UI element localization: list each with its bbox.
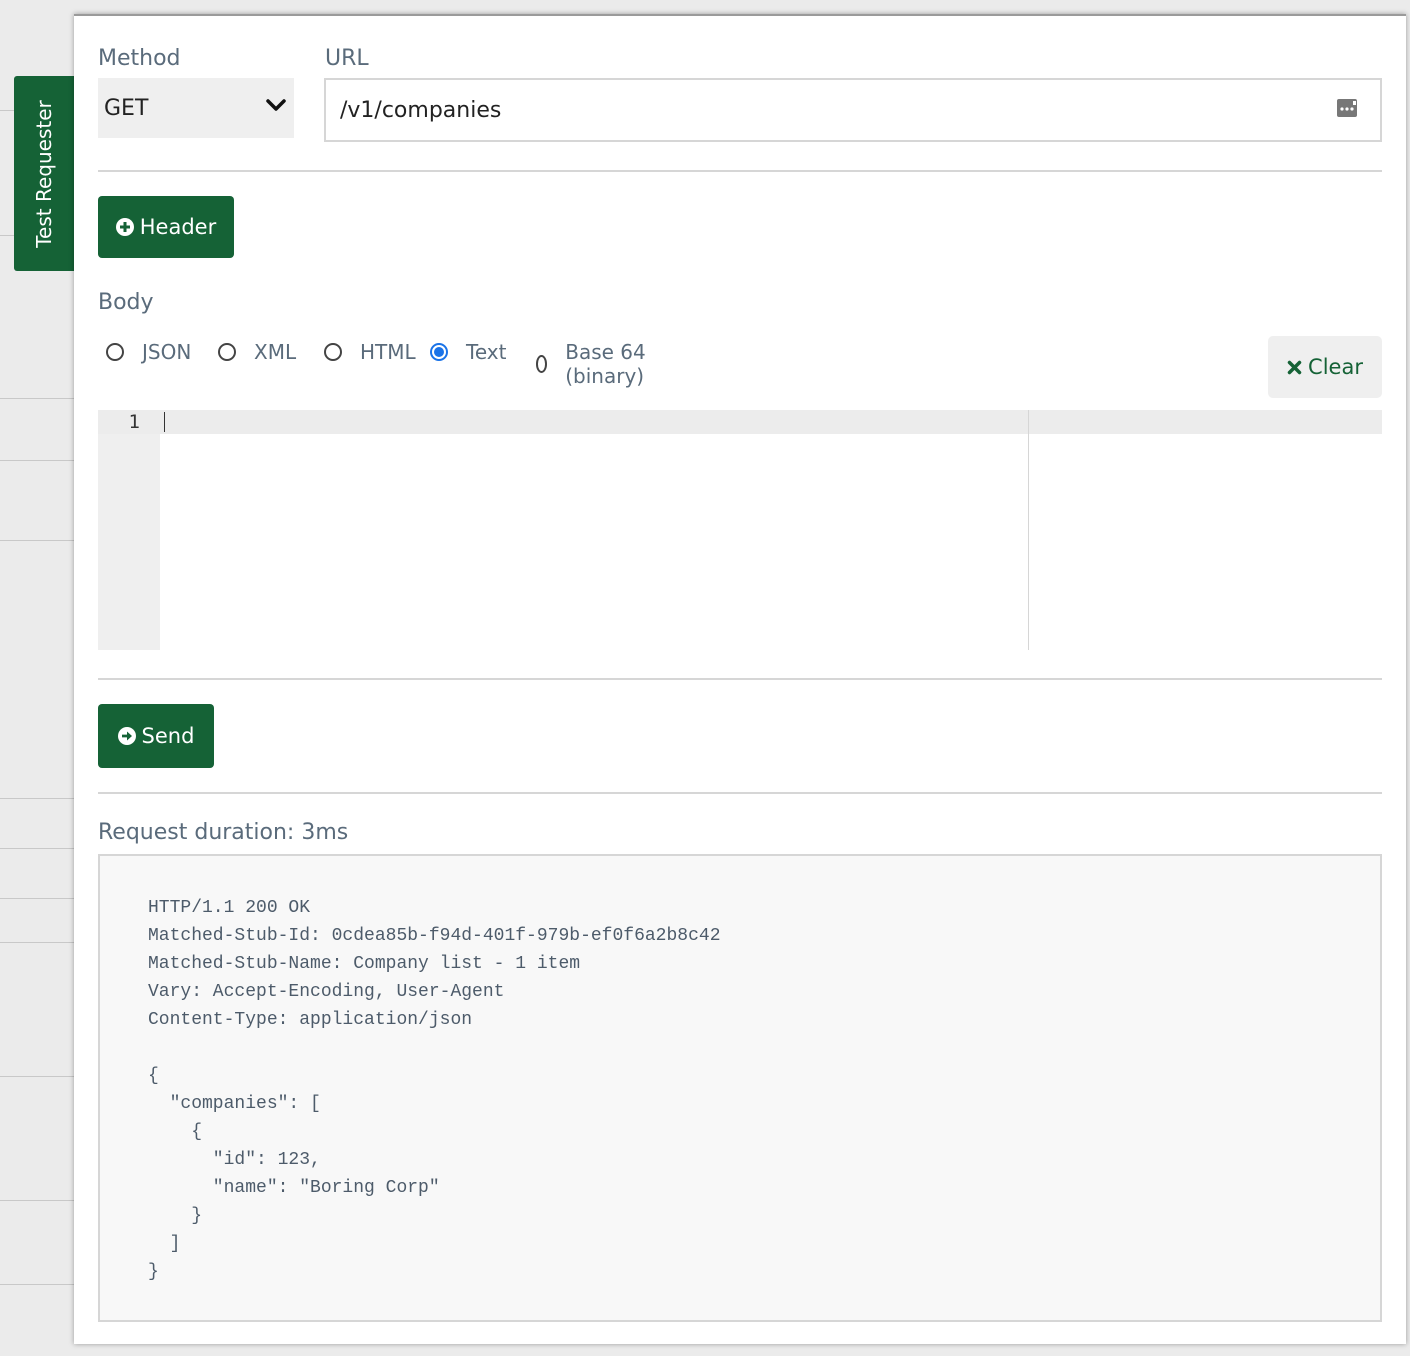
send-label: Send (141, 724, 195, 748)
request-duration: Request duration: 3ms (98, 820, 349, 845)
body-type-label: HTML (360, 340, 416, 364)
background-divider (0, 1200, 74, 1201)
radio-circle (324, 343, 342, 361)
ellipsis-box-icon[interactable] (1336, 98, 1358, 118)
body-type-label: XML (254, 340, 297, 364)
background-divider (0, 942, 74, 943)
send-button[interactable]: Send (98, 704, 214, 768)
editor-print-margin (1028, 410, 1029, 650)
radio-circle (536, 355, 548, 373)
test-requester-panel: Method URL GET /v1/companies Header Body… (74, 14, 1406, 1344)
body-type-label: Text (466, 340, 507, 364)
clear-body-button[interactable]: Clear (1268, 336, 1382, 398)
x-mark-icon (1287, 360, 1302, 374)
body-type-html-radio[interactable]: HTML (324, 340, 416, 364)
url-label: URL (325, 46, 369, 71)
background-divider (0, 798, 74, 799)
clear-body-label: Clear (1308, 355, 1363, 379)
radio-circle (106, 343, 124, 361)
chevron-down-icon (266, 99, 286, 111)
url-value: /v1/companies (340, 97, 502, 123)
body-type-base64-radio[interactable]: Base 64 (binary) (536, 340, 651, 388)
divider (98, 678, 1382, 680)
test-requester-tab[interactable]: Test Requester (14, 76, 74, 271)
radio-circle (218, 343, 236, 361)
add-header-label: Header (139, 215, 217, 239)
method-select[interactable]: GET (98, 78, 294, 138)
editor-line-number: 1 (128, 411, 140, 433)
body-editor-input[interactable] (160, 410, 1028, 650)
method-label: Method (98, 46, 181, 71)
background-divider (0, 540, 74, 541)
method-value: GET (104, 95, 149, 121)
body-editor: 1 (98, 410, 1382, 650)
background-divider (0, 460, 74, 461)
plus-circle-icon (115, 218, 134, 236)
background-divider (0, 1076, 74, 1077)
background-divider (0, 898, 74, 899)
editor-cursor (164, 412, 165, 432)
divider (98, 170, 1382, 172)
url-input[interactable]: /v1/companies (324, 78, 1382, 142)
body-type-label: JSON (142, 340, 192, 364)
body-type-label: Base 64 (binary) (565, 340, 646, 388)
body-type-xml-radio[interactable]: XML (218, 340, 296, 364)
test-requester-tab-label: Test Requester (32, 99, 57, 248)
response-output: HTTP/1.1 200 OK Matched-Stub-Id: 0cdea85… (98, 854, 1382, 1322)
radio-circle-selected (430, 343, 448, 361)
background-divider (0, 1284, 74, 1285)
background-divider (0, 398, 74, 399)
divider (98, 792, 1382, 794)
editor-gutter (98, 410, 160, 650)
body-label: Body (98, 290, 154, 315)
arrow-right-circle-icon (117, 727, 136, 745)
background-divider (0, 848, 74, 849)
response-body: HTTP/1.1 200 OK Matched-Stub-Id: 0cdea85… (148, 898, 721, 1282)
body-type-json-radio[interactable]: JSON (106, 340, 191, 364)
body-type-text-radio[interactable]: Text (430, 340, 506, 364)
add-header-button[interactable]: Header (98, 196, 234, 258)
